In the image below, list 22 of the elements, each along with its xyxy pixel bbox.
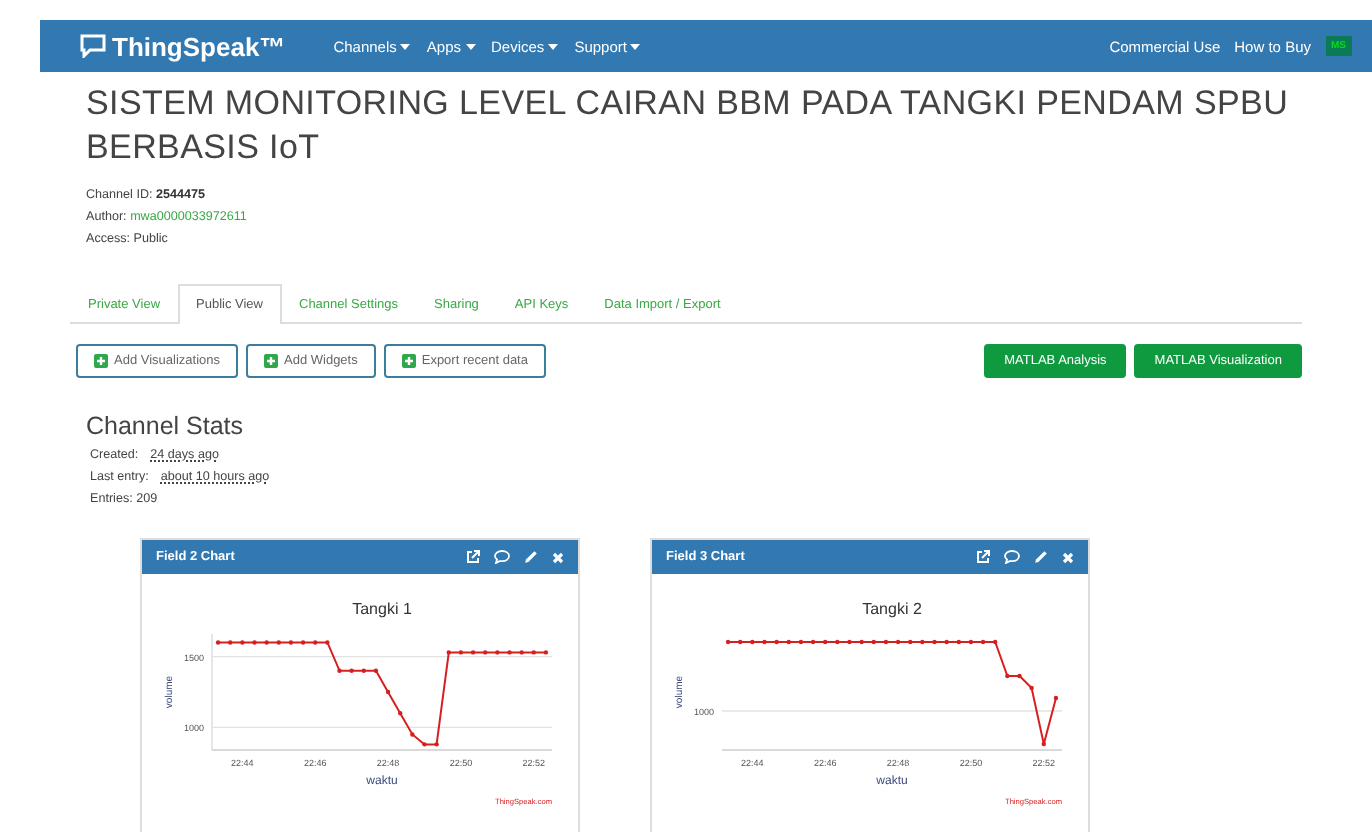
chat-bubble-icon	[80, 34, 106, 58]
logo[interactable]: ThingSpeak™	[80, 31, 286, 61]
chart-title: Tangki 1	[352, 600, 412, 618]
comment-icon[interactable]	[494, 550, 510, 564]
caret-icon	[548, 43, 559, 49]
external-link-icon[interactable]	[466, 550, 480, 564]
plus-icon	[401, 354, 416, 368]
plus-icon	[94, 354, 108, 368]
stats-heading: Channel Stats	[86, 412, 246, 440]
channel-title: SISTEM MONITORING LEVEL CAIRAN BBM PADA TANGKI PENDAM SPBU BERBASIS IoT	[86, 82, 1291, 170]
close-icon[interactable]	[552, 551, 564, 563]
close-icon[interactable]	[1062, 551, 1074, 563]
plus-icon	[264, 354, 278, 368]
chart-title: Tangki 2	[862, 600, 922, 618]
caret-icon	[630, 43, 641, 49]
caret-icon	[465, 43, 475, 49]
pencil-icon[interactable]	[524, 550, 538, 564]
caret-icon	[400, 43, 411, 49]
logo-text: ThingSpeak™	[112, 31, 286, 61]
external-link-icon[interactable]	[976, 550, 990, 564]
comment-icon[interactable]	[1004, 550, 1020, 564]
pencil-icon[interactable]	[1034, 550, 1048, 564]
